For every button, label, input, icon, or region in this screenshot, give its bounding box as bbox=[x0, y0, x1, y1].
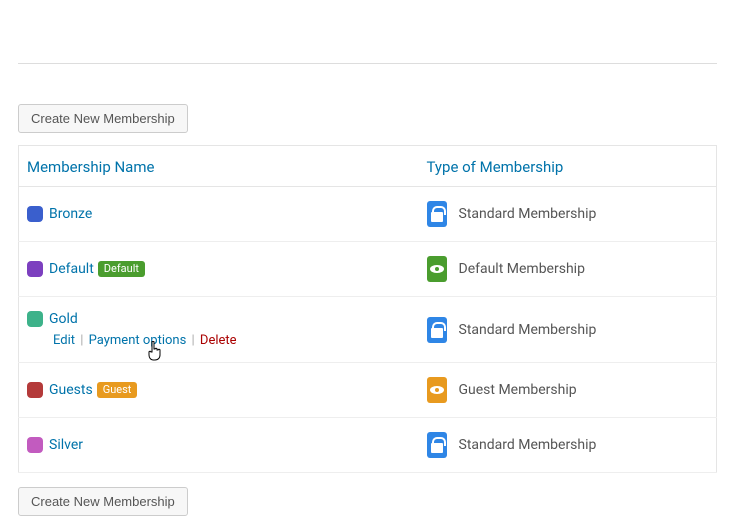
type-cell: Standard Membership bbox=[419, 187, 717, 242]
create-membership-button-top[interactable]: Create New Membership bbox=[18, 104, 188, 133]
type-label: Default Membership bbox=[459, 261, 585, 277]
col-header-type[interactable]: Type of Membership bbox=[419, 146, 717, 187]
lock-icon bbox=[427, 317, 447, 343]
type-label: Standard Membership bbox=[459, 206, 597, 222]
membership-name-link[interactable]: Bronze bbox=[49, 206, 92, 222]
memberships-page: Create New Membership Membership Name Ty… bbox=[0, 64, 735, 516]
row-actions: Edit | Payment options | Delete bbox=[27, 333, 411, 348]
membership-name-link[interactable]: Gold bbox=[49, 311, 78, 327]
membership-badge: Default bbox=[98, 261, 145, 277]
membership-name-link[interactable]: Silver bbox=[49, 437, 83, 453]
color-swatch bbox=[27, 261, 43, 277]
name-cell: Gold Edit | Payment options | Delete bbox=[19, 297, 419, 363]
delete-link[interactable]: Delete bbox=[200, 333, 237, 348]
eye-icon bbox=[427, 377, 447, 403]
color-swatch bbox=[27, 206, 43, 222]
type-label: Standard Membership bbox=[459, 437, 597, 453]
type-cell: Standard Membership bbox=[419, 297, 717, 363]
type-label: Standard Membership bbox=[459, 322, 597, 338]
edit-link[interactable]: Edit bbox=[53, 333, 75, 348]
type-cell: Default Membership bbox=[419, 242, 717, 297]
type-cell: Guest Membership bbox=[419, 363, 717, 418]
table-row: Bronze Standard Membership bbox=[19, 187, 717, 242]
table-row: Silver Standard Membership bbox=[19, 418, 717, 473]
table-row: DefaultDefault Default Membership bbox=[19, 242, 717, 297]
separator: | bbox=[186, 333, 200, 348]
type-cell: Standard Membership bbox=[419, 418, 717, 473]
create-membership-button-bottom[interactable]: Create New Membership bbox=[18, 487, 188, 516]
type-label: Guest Membership bbox=[459, 382, 577, 398]
color-swatch bbox=[27, 382, 43, 398]
memberships-table: Membership Name Type of Membership Bronz… bbox=[18, 145, 717, 473]
lock-icon bbox=[427, 432, 447, 458]
name-cell: DefaultDefault bbox=[19, 242, 419, 297]
color-swatch bbox=[27, 311, 43, 327]
name-cell: GuestsGuest bbox=[19, 363, 419, 418]
lock-icon bbox=[427, 201, 447, 227]
payment-options-link[interactable]: Payment options bbox=[89, 333, 187, 348]
membership-name-link[interactable]: Default bbox=[49, 261, 94, 277]
membership-name-link[interactable]: Guests bbox=[49, 382, 93, 398]
name-cell: Silver bbox=[19, 418, 419, 473]
eye-icon bbox=[427, 256, 447, 282]
table-row: GuestsGuest Guest Membership bbox=[19, 363, 717, 418]
col-header-name[interactable]: Membership Name bbox=[19, 146, 419, 187]
table-row: Gold Edit | Payment options | Delete Stand… bbox=[19, 297, 717, 363]
separator: | bbox=[75, 333, 89, 348]
color-swatch bbox=[27, 437, 43, 453]
name-cell: Bronze bbox=[19, 187, 419, 242]
membership-badge: Guest bbox=[97, 382, 138, 398]
